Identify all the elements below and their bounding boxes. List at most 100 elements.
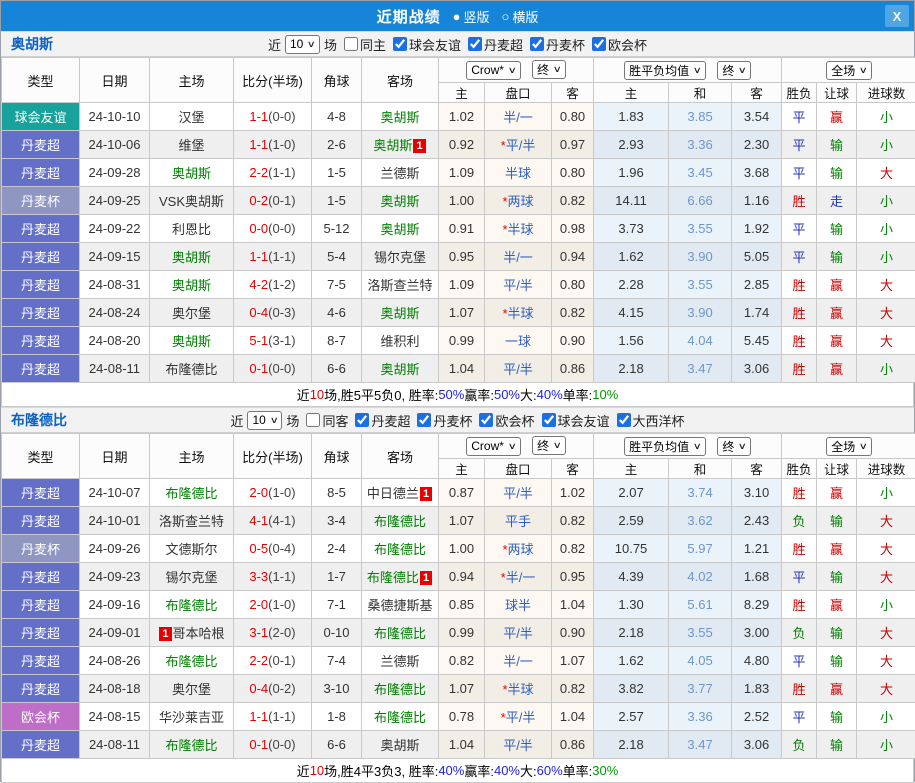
team-link[interactable]: 布隆德比: [374, 710, 426, 725]
team-link[interactable]: 布隆德比: [374, 682, 426, 697]
odds-stage-select[interactable]: 终∨: [532, 436, 566, 455]
team-link[interactable]: 奥胡斯: [373, 138, 412, 153]
team-link[interactable]: 洛斯查兰特: [367, 278, 432, 293]
cell-goals-result: 大: [857, 507, 915, 535]
cell-odds-home: 1.04: [439, 731, 485, 759]
cell-avg-away: 3.06: [732, 731, 782, 759]
team-link[interactable]: 维堡: [178, 138, 204, 153]
close-icon[interactable]: X: [885, 5, 909, 27]
team-link[interactable]: 利恩比: [172, 222, 211, 237]
table-row: 丹麦超24-09-011哥本哈根3-1(2-0)0-10布隆德比0.99平/半0…: [2, 619, 915, 647]
col-odds-home: 主: [439, 459, 485, 479]
team-link[interactable]: 布隆德比: [165, 486, 217, 501]
team-link[interactable]: 布隆德比: [165, 598, 217, 613]
team-link[interactable]: 兰德斯: [380, 166, 419, 181]
league-filter[interactable]: 大西洋杯: [617, 411, 685, 430]
team-link[interactable]: 布隆德比: [165, 362, 217, 377]
league-checkbox[interactable]: [468, 37, 482, 51]
scope-select[interactable]: 全场∨: [826, 437, 872, 456]
league-checkbox[interactable]: [530, 37, 544, 51]
cell-avg-draw: 3.77: [669, 675, 732, 703]
league-checkbox[interactable]: [417, 413, 431, 427]
league-filter[interactable]: 丹麦超: [468, 35, 523, 54]
avg-type-select[interactable]: 胜平负均值∨: [624, 437, 706, 456]
same-venue-filter[interactable]: 同主: [344, 35, 386, 54]
team-link[interactable]: 奥胡斯: [172, 334, 211, 349]
team-link[interactable]: 奥尔堡: [172, 682, 211, 697]
avg-type-select[interactable]: 胜平负均值∨: [624, 61, 706, 80]
team-link[interactable]: 奥胡斯: [380, 306, 419, 321]
cell-goals-result: 小: [857, 131, 915, 159]
team-link[interactable]: VSK奥胡斯: [159, 194, 224, 209]
league-filter[interactable]: 球会友谊: [393, 35, 461, 54]
cell-goals-result: 小: [857, 731, 915, 759]
team-link[interactable]: 奥胡斯: [380, 110, 419, 125]
chevron-down-icon: ∨: [307, 39, 316, 50]
score-fulltime: 4-1: [249, 513, 268, 528]
team-link[interactable]: 奥胡斯: [380, 194, 419, 209]
team-link[interactable]: 锡尔克堡: [165, 570, 217, 585]
team-name[interactable]: 奥胡斯: [11, 34, 53, 54]
layout-radio-vertical[interactable]: ● 竖版: [445, 7, 490, 26]
scope-select[interactable]: 全场∨: [826, 61, 872, 80]
cell-odds-away: 1.04: [552, 703, 594, 731]
league-filter[interactable]: 丹麦超: [355, 411, 410, 430]
team-link[interactable]: 布隆德比: [374, 542, 426, 557]
team-link[interactable]: 布隆德比: [367, 570, 419, 585]
league-filter[interactable]: 丹麦杯: [417, 411, 472, 430]
league-filter[interactable]: 丹麦杯: [530, 35, 585, 54]
team-link[interactable]: 兰德斯: [380, 654, 419, 669]
team-link[interactable]: 奥胡斯: [380, 222, 419, 237]
team-link[interactable]: 奥胡斯: [172, 166, 211, 181]
team-link[interactable]: 华沙莱吉亚: [159, 710, 224, 725]
team-link[interactable]: 布隆德比: [165, 738, 217, 753]
team-link[interactable]: 中日德兰: [367, 486, 419, 501]
league-checkbox[interactable]: [542, 413, 556, 427]
avg-stage-select[interactable]: 终∨: [717, 61, 751, 80]
team-link[interactable]: 布隆德比: [374, 626, 426, 641]
team-name[interactable]: 布隆德比: [11, 410, 67, 430]
odds-source-select[interactable]: Crow*∨: [466, 437, 520, 456]
team-link[interactable]: 布隆德比: [374, 514, 426, 529]
odds-stage-select[interactable]: 终∨: [532, 60, 566, 79]
league-filter-label: 丹麦杯: [546, 35, 585, 54]
league-checkbox[interactable]: [393, 37, 407, 51]
team-link[interactable]: 布隆德比: [165, 654, 217, 669]
team-link[interactable]: 奥胡斯: [380, 362, 419, 377]
odds-source-select[interactable]: Crow*∨: [466, 61, 520, 80]
col-avg-draw: 和: [669, 459, 732, 479]
league-checkbox[interactable]: [355, 413, 369, 427]
same-venue-filter[interactable]: 同客: [306, 411, 348, 430]
league-checkbox[interactable]: [592, 37, 606, 51]
handicap-name: 平/半: [506, 710, 536, 725]
games-count-select[interactable]: 10∨: [247, 411, 282, 430]
league-checkbox[interactable]: [479, 413, 493, 427]
team-link[interactable]: 汉堡: [178, 110, 204, 125]
results-table: 类型 日期 主场 比分(半场) 角球 客场 Crow*∨ 终∨ 胜平负均值∨ 终…: [1, 57, 915, 383]
league-filter[interactable]: 欧会杯: [592, 35, 647, 54]
league-checkbox[interactable]: [617, 413, 631, 427]
team-link[interactable]: 洛斯查兰特: [159, 514, 224, 529]
team-link[interactable]: 奥胡斯: [380, 738, 419, 753]
team-link[interactable]: 桑德捷斯基: [367, 598, 432, 613]
team-link[interactable]: 奥尔堡: [172, 306, 211, 321]
league-filter-label: 丹麦超: [484, 35, 523, 54]
team-link[interactable]: 奥胡斯: [172, 278, 211, 293]
same-venue-checkbox[interactable]: [306, 413, 320, 427]
league-filter[interactable]: 欧会杯: [479, 411, 534, 430]
table-row: 丹麦超24-10-07布隆德比2-0(1-0)8-5中日德兰10.87平/半1.…: [2, 479, 915, 507]
league-filter[interactable]: 球会友谊: [542, 411, 610, 430]
same-venue-checkbox[interactable]: [344, 37, 358, 51]
cell-odds-away: 0.86: [552, 355, 594, 383]
cell-home-team: 奥尔堡: [150, 299, 234, 327]
team-link[interactable]: 奥胡斯: [172, 250, 211, 265]
layout-radio-horizontal[interactable]: ○ 横版: [494, 7, 539, 26]
team-link[interactable]: 哥本哈根: [173, 626, 225, 641]
avg-stage-select[interactable]: 终∨: [717, 437, 751, 456]
team-link[interactable]: 文德斯尔: [165, 542, 217, 557]
chevron-down-icon: ∨: [859, 65, 868, 76]
team-link[interactable]: 维积利: [380, 334, 419, 349]
cell-odds-handicap: *半球: [485, 299, 552, 327]
team-link[interactable]: 锡尔克堡: [374, 250, 426, 265]
games-count-select[interactable]: 10∨: [285, 35, 320, 54]
